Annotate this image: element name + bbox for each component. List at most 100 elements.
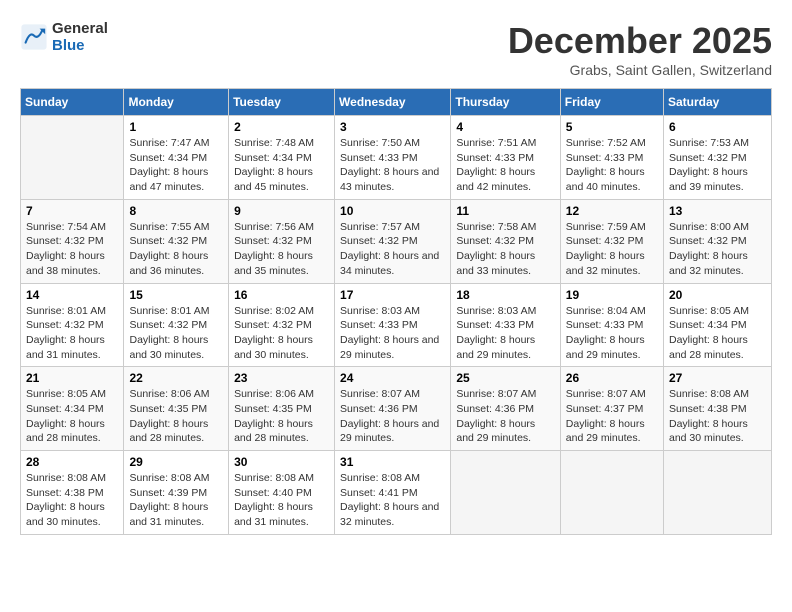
calendar-cell: 10 Sunrise: 7:57 AMSunset: 4:32 PMDayligh… (335, 199, 451, 283)
calendar-week-row: 21Sunrise: 8:05 AMSunset: 4:34 PMDayligh… (21, 367, 772, 451)
day-info: Sunrise: 8:07 AMSunset: 4:36 PMDaylight:… (340, 387, 445, 446)
calendar-header-row: SundayMondayTuesdayWednesdayThursdayFrid… (21, 89, 772, 116)
calendar-cell: 18 Sunrise: 8:03 AMSunset: 4:33 PMDayligh… (451, 283, 560, 367)
day-number: 1 (129, 120, 223, 134)
day-number: 23 (234, 371, 329, 385)
day-of-week-header: Sunday (21, 89, 124, 116)
calendar-cell: 4Sunrise: 7:51 AMSunset: 4:33 PMDaylight… (451, 116, 560, 200)
day-number: 7 (26, 204, 118, 218)
day-info: Sunrise: 8:02 AMSunset: 4:32 PMDaylight:… (234, 304, 329, 363)
calendar-cell: 1 Sunrise: 7:47 AMSunset: 4:34 PMDaylight… (124, 116, 229, 200)
calendar-cell: 28 Sunrise: 8:08 AMSunset: 4:38 PMDayligh… (21, 451, 124, 535)
calendar-cell: 7 Sunrise: 7:54 AMSunset: 4:32 PMDaylight… (21, 199, 124, 283)
calendar-cell: 12 Sunrise: 7:59 AMSunset: 4:32 PMDayligh… (560, 199, 663, 283)
calendar-cell: 23 Sunrise: 8:06 AMSunset: 4:35 PMDayligh… (229, 367, 335, 451)
day-info: Sunrise: 8:06 AMSunset: 4:35 PMDaylight:… (234, 387, 329, 446)
day-of-week-header: Friday (560, 89, 663, 116)
day-info: Sunrise: 8:08 AMSunset: 4:38 PMDaylight:… (669, 387, 766, 446)
day-info: Sunrise: 8:05 AMSunset: 4:34 PMDaylight:… (26, 387, 118, 446)
day-number: 27 (669, 371, 766, 385)
day-number: 10 (340, 204, 445, 218)
calendar-cell: 20Sunrise: 8:05 AMSunset: 4:34 PMDayligh… (664, 283, 772, 367)
day-info: Sunrise: 8:08 AMSunset: 4:40 PMDaylight:… (234, 471, 329, 530)
day-number: 5 (566, 120, 658, 134)
day-info: Sunrise: 7:54 AMSunset: 4:32 PMDaylight:… (26, 220, 118, 279)
calendar-week-row: 28 Sunrise: 8:08 AMSunset: 4:38 PMDayligh… (21, 451, 772, 535)
calendar-week-row: 1 Sunrise: 7:47 AMSunset: 4:34 PMDaylight… (21, 116, 772, 200)
calendar-cell: 25Sunrise: 8:07 AMSunset: 4:36 PMDayligh… (451, 367, 560, 451)
calendar-week-row: 7 Sunrise: 7:54 AMSunset: 4:32 PMDaylight… (21, 199, 772, 283)
day-info: Sunrise: 7:48 AMSunset: 4:34 PMDaylight:… (234, 136, 329, 195)
calendar-cell: 11 Sunrise: 7:58 AMSunset: 4:32 PMDayligh… (451, 199, 560, 283)
page-title: December 2025 (508, 20, 772, 62)
calendar-cell (21, 116, 124, 200)
day-number: 11 (456, 204, 554, 218)
page-subtitle: Grabs, Saint Gallen, Switzerland (508, 62, 772, 78)
day-of-week-header: Wednesday (335, 89, 451, 116)
calendar-cell: 6 Sunrise: 7:53 AMSunset: 4:32 PMDaylight… (664, 116, 772, 200)
calendar-week-row: 14Sunrise: 8:01 AMSunset: 4:32 PMDayligh… (21, 283, 772, 367)
calendar-cell: 2 Sunrise: 7:48 AMSunset: 4:34 PMDaylight… (229, 116, 335, 200)
day-info: Sunrise: 8:06 AMSunset: 4:35 PMDaylight:… (129, 387, 223, 446)
day-info: Sunrise: 7:47 AMSunset: 4:34 PMDaylight:… (129, 136, 223, 195)
day-info: Sunrise: 8:08 AMSunset: 4:38 PMDaylight:… (26, 471, 118, 530)
logo-text: General Blue (52, 20, 108, 54)
calendar-cell: 16 Sunrise: 8:02 AMSunset: 4:32 PMDayligh… (229, 283, 335, 367)
day-info: Sunrise: 7:58 AMSunset: 4:32 PMDaylight:… (456, 220, 554, 279)
calendar-cell: 9 Sunrise: 7:56 AMSunset: 4:32 PMDaylight… (229, 199, 335, 283)
day-number: 26 (566, 371, 658, 385)
day-number: 19 (566, 288, 658, 302)
page-header: General Blue December 2025 Grabs, Saint … (20, 20, 772, 78)
calendar-cell: 3 Sunrise: 7:50 AMSunset: 4:33 PMDaylight… (335, 116, 451, 200)
calendar-cell (664, 451, 772, 535)
day-of-week-header: Tuesday (229, 89, 335, 116)
day-number: 4 (456, 120, 554, 134)
day-info: Sunrise: 7:55 AMSunset: 4:32 PMDaylight:… (129, 220, 223, 279)
day-info: Sunrise: 7:52 AMSunset: 4:33 PMDaylight:… (566, 136, 658, 195)
day-number: 15 (129, 288, 223, 302)
day-number: 31 (340, 455, 445, 469)
day-info: Sunrise: 7:59 AMSunset: 4:32 PMDaylight:… (566, 220, 658, 279)
day-info: Sunrise: 8:07 AMSunset: 4:36 PMDaylight:… (456, 387, 554, 446)
day-info: Sunrise: 7:50 AMSunset: 4:33 PMDaylight:… (340, 136, 445, 195)
calendar-cell (451, 451, 560, 535)
calendar-cell: 19Sunrise: 8:04 AMSunset: 4:33 PMDayligh… (560, 283, 663, 367)
day-number: 16 (234, 288, 329, 302)
calendar-cell: 13 Sunrise: 8:00 AMSunset: 4:32 PMDayligh… (664, 199, 772, 283)
calendar-cell: 27 Sunrise: 8:08 AMSunset: 4:38 PMDayligh… (664, 367, 772, 451)
calendar-cell: 26 Sunrise: 8:07 AMSunset: 4:37 PMDayligh… (560, 367, 663, 451)
day-info: Sunrise: 8:05 AMSunset: 4:34 PMDaylight:… (669, 304, 766, 363)
calendar-cell: 8Sunrise: 7:55 AMSunset: 4:32 PMDaylight… (124, 199, 229, 283)
day-number: 6 (669, 120, 766, 134)
day-info: Sunrise: 8:08 AMSunset: 4:39 PMDaylight:… (129, 471, 223, 530)
logo: General Blue (20, 20, 108, 54)
day-of-week-header: Monday (124, 89, 229, 116)
day-info: Sunrise: 8:01 AMSunset: 4:32 PMDaylight:… (129, 304, 223, 363)
day-number: 3 (340, 120, 445, 134)
day-number: 2 (234, 120, 329, 134)
day-info: Sunrise: 8:01 AMSunset: 4:32 PMDaylight:… (26, 304, 118, 363)
day-number: 12 (566, 204, 658, 218)
day-number: 18 (456, 288, 554, 302)
day-info: Sunrise: 8:08 AMSunset: 4:41 PMDaylight:… (340, 471, 445, 530)
calendar-cell: 31 Sunrise: 8:08 AMSunset: 4:41 PMDayligh… (335, 451, 451, 535)
calendar-cell (560, 451, 663, 535)
day-number: 30 (234, 455, 329, 469)
day-number: 28 (26, 455, 118, 469)
day-info: Sunrise: 8:03 AMSunset: 4:33 PMDaylight:… (456, 304, 554, 363)
calendar-cell: 30 Sunrise: 8:08 AMSunset: 4:40 PMDayligh… (229, 451, 335, 535)
day-number: 13 (669, 204, 766, 218)
calendar-cell: 24 Sunrise: 8:07 AMSunset: 4:36 PMDayligh… (335, 367, 451, 451)
day-number: 9 (234, 204, 329, 218)
day-info: Sunrise: 7:57 AMSunset: 4:32 PMDaylight:… (340, 220, 445, 279)
day-info: Sunrise: 8:07 AMSunset: 4:37 PMDaylight:… (566, 387, 658, 446)
calendar-cell: 14Sunrise: 8:01 AMSunset: 4:32 PMDayligh… (21, 283, 124, 367)
day-number: 17 (340, 288, 445, 302)
day-info: Sunrise: 7:56 AMSunset: 4:32 PMDaylight:… (234, 220, 329, 279)
title-block: December 2025 Grabs, Saint Gallen, Switz… (508, 20, 772, 78)
day-number: 22 (129, 371, 223, 385)
day-info: Sunrise: 8:00 AMSunset: 4:32 PMDaylight:… (669, 220, 766, 279)
day-of-week-header: Thursday (451, 89, 560, 116)
day-number: 24 (340, 371, 445, 385)
day-info: Sunrise: 7:53 AMSunset: 4:32 PMDaylight:… (669, 136, 766, 195)
